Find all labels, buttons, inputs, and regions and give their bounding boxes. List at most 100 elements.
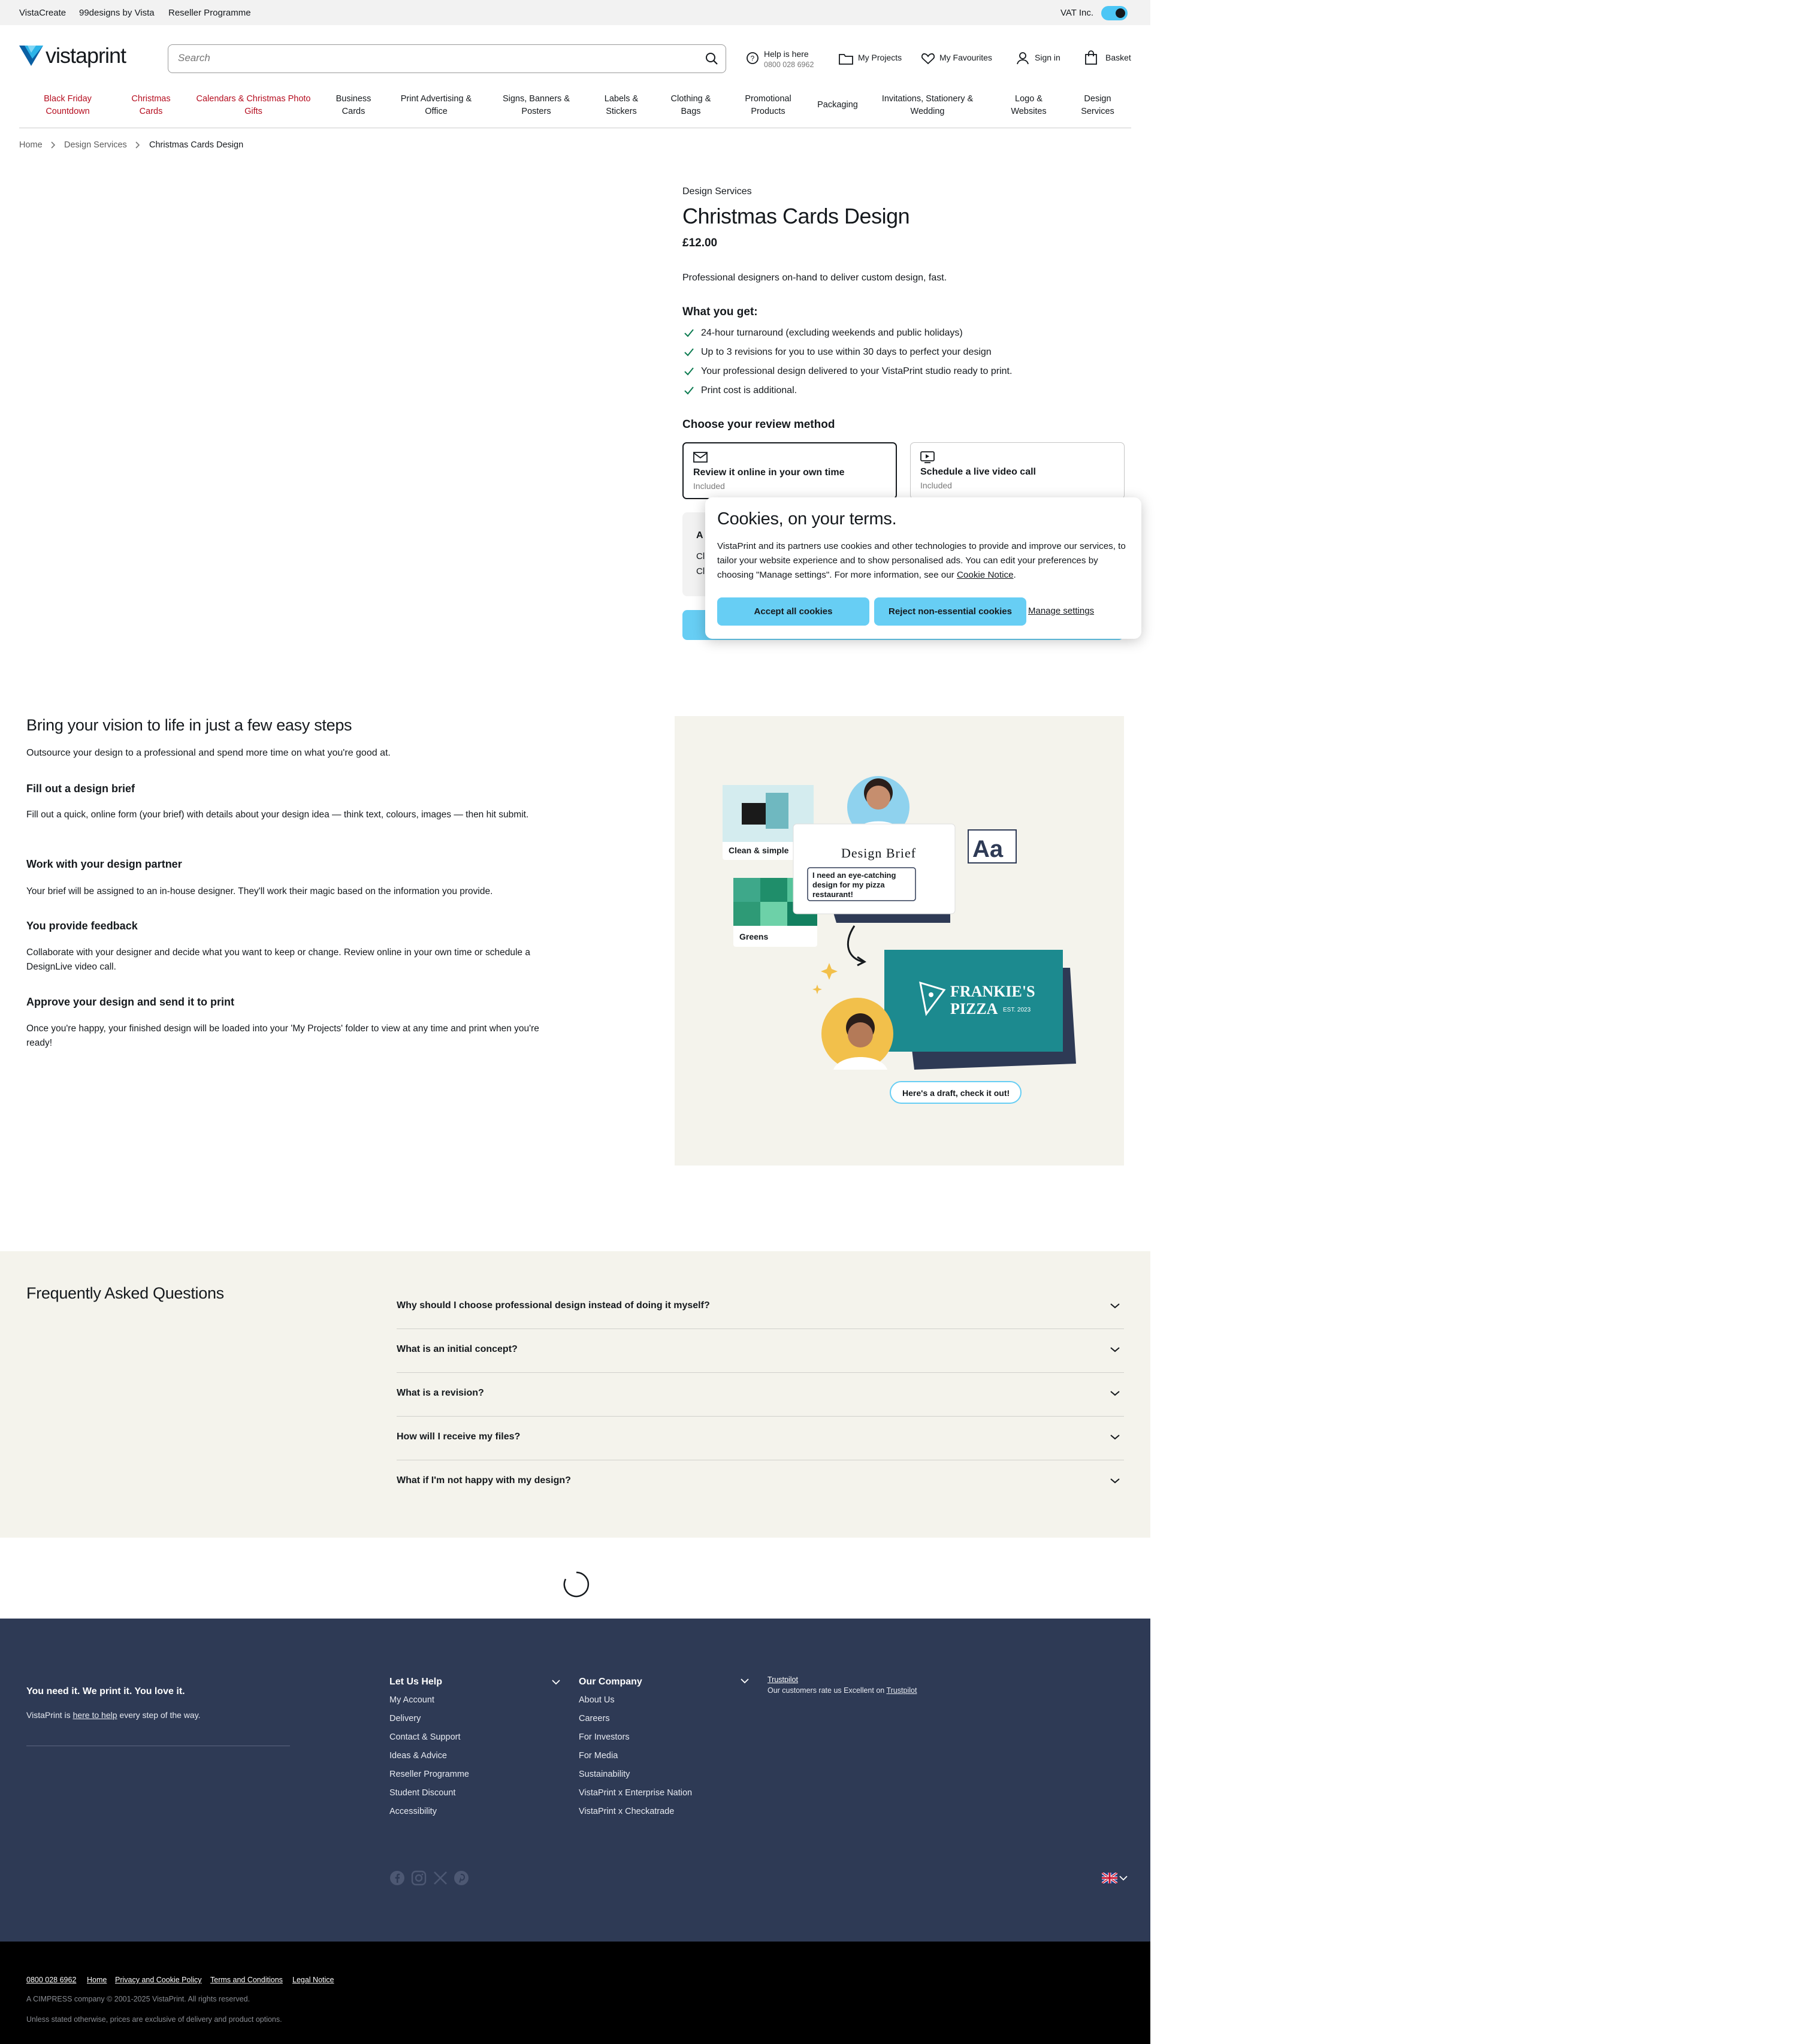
faq-question[interactable]: Why should I choose professional design … [397, 1300, 710, 1311]
footer-link[interactable]: For Media [579, 1751, 618, 1761]
faq-question[interactable]: What if I'm not happy with my design? [397, 1475, 571, 1486]
help-block[interactable]: ? Help is here 0800 028 6962 [746, 48, 824, 72]
here-to-help-link[interactable]: here to help [73, 1710, 117, 1720]
footer-link[interactable]: Careers [579, 1714, 610, 1723]
trustpilot-widget-link[interactable]: Trustpilot [767, 1675, 798, 1684]
vat-toggle[interactable] [1101, 6, 1128, 20]
faq-question[interactable]: What is a revision? [397, 1388, 484, 1399]
bottom-home-link[interactable]: Home [87, 1976, 107, 1984]
my-favourites-link[interactable]: My Favourites [939, 53, 992, 62]
footer-link[interactable]: My Account [389, 1695, 434, 1705]
heart-icon[interactable] [921, 53, 935, 65]
review-option-video[interactable]: Schedule a live video call Included [910, 442, 1125, 499]
footer-col2-title[interactable]: Our Company [579, 1677, 642, 1687]
footer-link[interactable]: Contact & Support [389, 1732, 461, 1742]
nav-item-line: Cards [139, 107, 163, 116]
chevron-down-icon[interactable] [741, 1678, 749, 1684]
font-sample: Aa [972, 836, 1004, 862]
faq-divider [397, 1372, 1124, 1373]
loading-spinner-icon [563, 1571, 590, 1598]
addon-option: Cl [696, 566, 705, 576]
check-icon [684, 348, 694, 357]
bottom-phone-link[interactable]: 0800 028 6962 [26, 1976, 76, 1984]
bottom-terms-link[interactable]: Terms and Conditions [210, 1976, 283, 1984]
search-input[interactable] [178, 52, 669, 64]
step-title: You provide feedback [26, 920, 138, 932]
footer-link[interactable]: Delivery [389, 1714, 421, 1723]
brand-line2: PIZZA [950, 1000, 998, 1018]
feature-item: Up to 3 revisions for you to use within … [701, 347, 992, 357]
footer: You need it. We print it. You love it. V… [0, 1619, 1150, 1942]
cookie-notice-link[interactable]: Cookie Notice [957, 570, 1014, 580]
footer-link[interactable]: For Investors [579, 1732, 630, 1742]
logo-mark-icon [19, 46, 43, 66]
chevron-down-icon[interactable] [552, 1679, 560, 1685]
vistacreate-link[interactable]: VistaCreate [19, 8, 66, 18]
instagram-icon[interactable] [411, 1870, 427, 1886]
x-icon[interactable] [433, 1870, 448, 1886]
product-price: £12.00 [682, 237, 718, 249]
logo-text: vistaprint [46, 43, 126, 68]
chevron-right-icon [51, 141, 56, 149]
chevron-down-icon[interactable] [1110, 1390, 1120, 1396]
feature-item: 24-hour turnaround (excluding weekends a… [701, 328, 963, 338]
cookie-title: Cookies, on your terms. [717, 509, 897, 529]
bottom-privacy-link[interactable]: Privacy and Cookie Policy [115, 1976, 202, 1984]
sign-in-link[interactable]: Sign in [1035, 53, 1060, 62]
manage-settings-link[interactable]: Manage settings [1028, 606, 1094, 616]
footer-link[interactable]: VistaPrint x Checkatrade [579, 1807, 674, 1816]
step-body: Collaborate with your designer and decid… [26, 947, 530, 972]
review-option-online[interactable]: Review it online in your own time Includ… [682, 442, 897, 499]
review-method-title: Choose your review method [682, 418, 835, 431]
addon-option: Cl [696, 551, 705, 561]
faq-question[interactable]: How will I receive my files? [397, 1432, 520, 1442]
footer-link[interactable]: Ideas & Advice [389, 1751, 447, 1761]
steps-title: Bring your vision to life in just a few … [26, 716, 352, 734]
reject-cookies-button[interactable]: Reject non-essential cookies [874, 597, 1026, 626]
chevron-down-icon[interactable] [1110, 1346, 1120, 1352]
chevron-down-icon[interactable] [1110, 1303, 1120, 1309]
breadcrumb-current: Christmas Cards Design [149, 140, 244, 150]
facebook-icon[interactable] [389, 1870, 405, 1886]
accept-cookies-button[interactable]: Accept all cookies [717, 597, 869, 626]
breadcrumb-design-services[interactable]: Design Services [64, 140, 127, 150]
nav-item[interactable]: Design Services [1038, 93, 1158, 118]
disclaimer-text: Unless stated otherwise, prices are excl… [26, 2015, 282, 2024]
user-icon[interactable] [1016, 52, 1029, 65]
99designs-link[interactable]: 99designs by Vista [79, 8, 155, 18]
my-projects-link[interactable]: My Projects [858, 53, 902, 62]
basket-icon[interactable] [1084, 50, 1098, 65]
footer-link[interactable]: Sustainability [579, 1770, 630, 1779]
chevron-down-icon[interactable] [1110, 1434, 1120, 1440]
trustpilot-text: Our customers rate us Excellent on Trust… [767, 1686, 917, 1695]
faq-question[interactable]: What is an initial concept? [397, 1344, 518, 1355]
nav-item[interactable]: Christmas Cards [91, 93, 211, 118]
footer-link[interactable]: About Us [579, 1695, 615, 1705]
footer-link[interactable]: VistaPrint x Enterprise Nation [579, 1788, 692, 1798]
check-icon [684, 367, 694, 376]
breadcrumb-home[interactable]: Home [19, 140, 43, 150]
product-eyebrow[interactable]: Design Services [682, 186, 752, 197]
uk-flag-icon[interactable] [1102, 1873, 1117, 1883]
vistaprint-logo[interactable]: vistaprint [19, 43, 151, 68]
help-phone[interactable]: 0800 028 6962 [764, 61, 814, 69]
footer-link[interactable]: Student Discount [389, 1788, 455, 1798]
bottom-legal-link[interactable]: Legal Notice [292, 1976, 334, 1984]
footer-link[interactable]: Reseller Programme [389, 1770, 469, 1779]
chevron-down-icon[interactable] [1110, 1478, 1120, 1484]
footer-col1-title[interactable]: Let Us Help [389, 1677, 442, 1687]
footer-link[interactable]: Accessibility [389, 1807, 437, 1816]
search-box[interactable] [168, 44, 726, 73]
copyright-text: A CIMPRESS company © 2001-2025 VistaPrin… [26, 1995, 250, 2003]
top-bar: VistaCreate 99designs by Vista Reseller … [0, 0, 1150, 25]
reseller-link[interactable]: Reseller Programme [168, 8, 251, 18]
search-icon[interactable] [705, 52, 718, 65]
bubble-text: Here's a draft, check it out! [902, 1088, 1010, 1098]
review-option-title: Schedule a live video call [920, 467, 1036, 477]
folder-icon[interactable] [839, 53, 853, 65]
chevron-down-icon[interactable] [1119, 1875, 1128, 1881]
pinterest-icon[interactable] [454, 1870, 469, 1886]
basket-link[interactable]: Basket [1105, 53, 1131, 62]
step-body: Your brief will be assigned to an in-hou… [26, 886, 493, 896]
trustpilot-link[interactable]: Trustpilot [886, 1686, 917, 1695]
